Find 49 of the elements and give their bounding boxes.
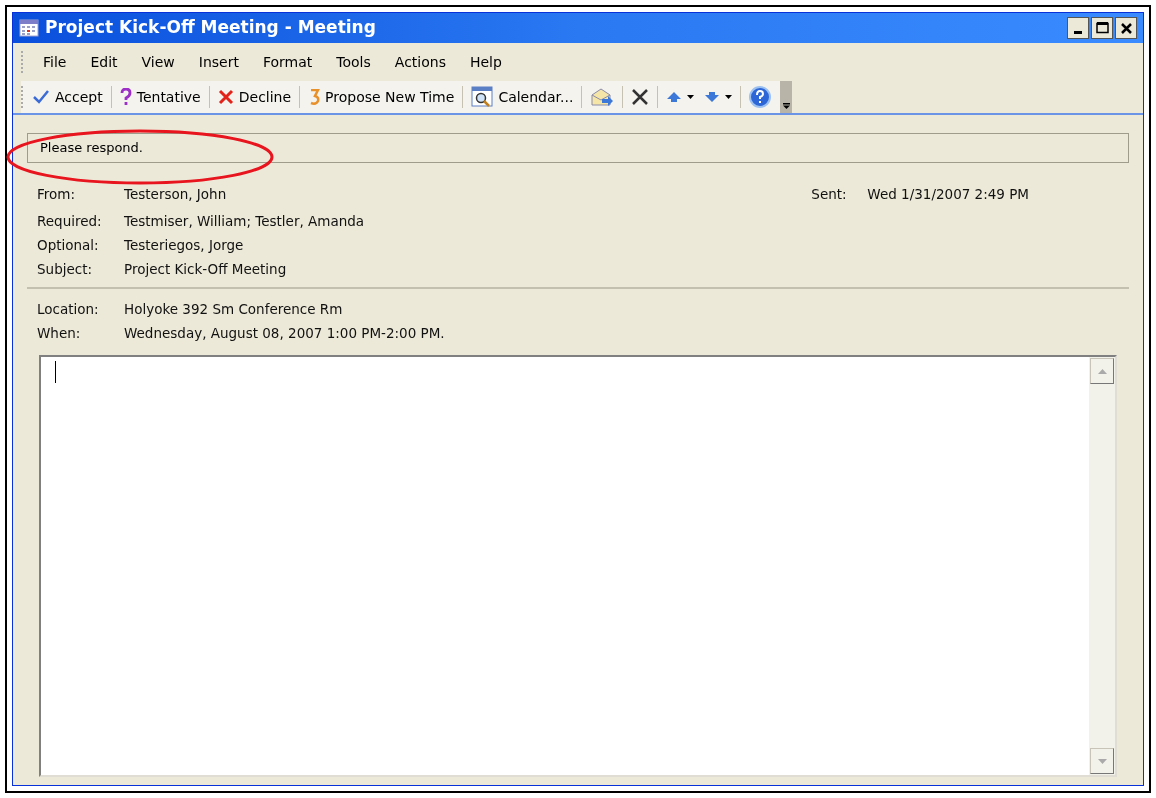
menu-item[interactable]: Insert xyxy=(186,49,251,75)
field-label: Optional: xyxy=(37,235,100,255)
field-label: Required: xyxy=(37,211,103,231)
delete-icon xyxy=(631,88,650,106)
close-icon xyxy=(1120,22,1132,34)
calendar-magnifier-icon xyxy=(471,86,494,108)
menu-item[interactable]: Format xyxy=(250,49,325,75)
caret-icon xyxy=(687,95,695,99)
field-value: Wed 1/31/2007 2:49 PM xyxy=(867,184,1029,204)
close-button[interactable] xyxy=(1115,17,1137,39)
field-value: Testeriegos, Jorge xyxy=(124,235,244,255)
field-label: When: xyxy=(37,323,82,343)
toolbar-overflow-button[interactable] xyxy=(780,81,793,113)
info-bar: Please respond. xyxy=(27,133,1129,163)
caret-icon xyxy=(725,95,733,99)
down-arrow-icon xyxy=(704,91,721,103)
toolbar-button[interactable]: Tentative xyxy=(114,83,206,111)
menu-item[interactable]: Actions xyxy=(382,49,458,75)
menu-item[interactable]: File xyxy=(31,49,79,75)
menu-item[interactable]: View xyxy=(129,49,187,75)
field-label: Subject: xyxy=(37,259,93,279)
maximize-button[interactable] xyxy=(1091,17,1113,39)
check-icon xyxy=(32,89,50,105)
menu-item[interactable]: Tools xyxy=(324,49,383,75)
toolbar-button[interactable]: Calendar... xyxy=(466,83,579,111)
field-value: Project Kick-Off Meeting xyxy=(124,259,287,279)
question-mark-icon xyxy=(119,88,132,106)
field-label: Sent: xyxy=(811,184,848,204)
maximize-icon xyxy=(1095,22,1109,34)
menu-item[interactable]: Help xyxy=(457,49,514,75)
field-value: Wednesday, August 08, 2007 1:00 PM-2:00 PM. xyxy=(124,323,445,343)
menu-item[interactable]: Edit xyxy=(78,49,130,75)
minimize-icon xyxy=(1074,31,1082,34)
x-mark-icon xyxy=(217,89,234,105)
toolbar-button[interactable]: Decline xyxy=(212,83,297,111)
minimize-button[interactable] xyxy=(1067,17,1089,39)
toolbar-button[interactable]: Accept xyxy=(27,83,108,111)
toolbar-button[interactable]: Propose New Time xyxy=(303,83,460,111)
calendar-icon xyxy=(19,19,39,37)
window-title: Project Kick-Off Meeting - Meeting xyxy=(45,16,377,40)
up-arrow-icon xyxy=(666,91,683,103)
field-value: Testmiser, William; Testler, Amanda xyxy=(124,211,365,231)
field-value: Holyoke 392 Sm Conference Rm xyxy=(124,299,343,319)
envelope-forward-icon xyxy=(590,87,615,107)
chevron-icon xyxy=(782,103,790,109)
field-label: Location: xyxy=(37,299,100,319)
field-label: From: xyxy=(37,184,76,204)
field-value: Testerson, John xyxy=(124,184,227,204)
help-icon xyxy=(749,86,772,108)
